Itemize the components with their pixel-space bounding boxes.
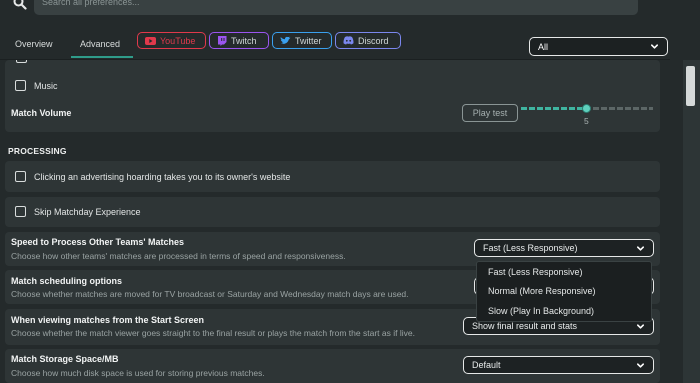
viewing-select-value: Show final result and stats: [472, 321, 578, 331]
music-label: Music: [34, 81, 58, 91]
dropdown-option[interactable]: Fast (Less Responsive): [488, 267, 583, 277]
chevron-down-icon: [636, 245, 645, 251]
section-title-processing: PROCESSING: [8, 146, 67, 156]
speed-select-value: Fast (Less Responsive): [483, 243, 578, 253]
search-input[interactable]: Search all preferences...: [34, 0, 638, 15]
scheduling-desc: Choose whether matches are moved for TV …: [11, 289, 409, 299]
tab-advanced[interactable]: Advanced: [80, 39, 120, 49]
scheduling-title: Match scheduling options: [11, 276, 123, 286]
youtube-label: YouTube: [160, 35, 196, 46]
twitter-icon: [280, 36, 291, 44]
speed-title: Speed to Process Other Teams' Matches: [11, 237, 185, 247]
play-test-button[interactable]: Play test: [462, 104, 518, 122]
storage-select[interactable]: Default: [463, 356, 654, 374]
twitter-button[interactable]: Twitter: [272, 32, 332, 49]
audio-panel: [5, 60, 660, 132]
scrollbar-thumb[interactable]: [686, 66, 695, 106]
filter-select-value: All: [538, 41, 549, 52]
storage-title: Match Storage Space/MB: [11, 354, 119, 364]
speed-desc: Choose how other teams' matches are proc…: [11, 251, 346, 261]
skip-matchday-label: Skip Matchday Experience: [34, 207, 141, 217]
viewing-desc: Choose whether the match viewer goes str…: [11, 328, 415, 338]
chevron-down-icon: [650, 44, 659, 49]
hoarding-label: Clicking an advertising hoarding takes y…: [34, 172, 291, 182]
twitter-label: Twitter: [295, 35, 322, 46]
match-volume-label: Match Volume: [11, 108, 72, 118]
search-icon: [13, 0, 27, 10]
youtube-icon: [145, 36, 156, 45]
discord-label: Discord: [358, 35, 389, 46]
storage-select-value: Default: [472, 360, 501, 370]
chevron-down-icon: [636, 323, 645, 329]
tab-active-indicator: [71, 56, 133, 58]
twitch-button[interactable]: Twitch: [209, 32, 269, 49]
tab-overview[interactable]: Overview: [15, 39, 53, 49]
volume-slider-handle[interactable]: [582, 104, 591, 113]
discord-icon: [343, 36, 354, 45]
twitch-label: Twitch: [231, 35, 257, 46]
filter-select[interactable]: All: [529, 37, 668, 56]
music-checkbox[interactable]: [15, 80, 26, 91]
discord-button[interactable]: Discord: [335, 32, 401, 49]
dropdown-option[interactable]: Slow (Play In Background): [488, 306, 594, 316]
dropdown-option[interactable]: Normal (More Responsive): [488, 286, 596, 296]
speed-select[interactable]: Fast (Less Responsive): [474, 239, 654, 257]
skip-matchday-checkbox[interactable]: [15, 206, 26, 217]
chevron-down-icon: [636, 362, 645, 368]
storage-desc: Choose how much disk space is used for s…: [11, 368, 265, 378]
hoarding-checkbox[interactable]: [15, 171, 26, 182]
twitch-icon: [218, 35, 227, 46]
scrollbar-track[interactable]: [683, 60, 700, 383]
volume-value: 5: [584, 116, 589, 126]
viewing-title: When viewing matches from the Start Scre…: [11, 315, 205, 325]
youtube-button[interactable]: YouTube: [137, 32, 206, 49]
speed-dropdown-menu: Fast (Less Responsive) Normal (More Resp…: [476, 261, 652, 322]
volume-slider-fill: [521, 107, 586, 110]
checkbox-partial[interactable]: [16, 60, 27, 63]
